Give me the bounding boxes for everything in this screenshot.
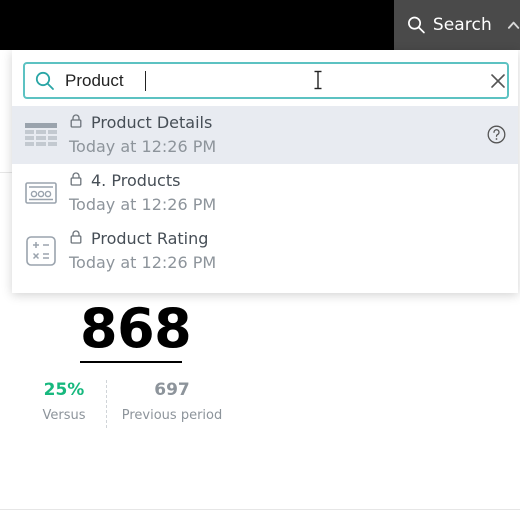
search-box[interactable] xyxy=(23,62,509,99)
result-time: Today at 12:26 PM xyxy=(69,137,217,156)
search-toggle-button[interactable]: Search xyxy=(394,0,520,50)
table-icon xyxy=(25,123,57,146)
result-title: Product Rating xyxy=(91,229,209,248)
question-circle-icon[interactable] xyxy=(487,125,506,144)
result-time: Today at 12:26 PM xyxy=(69,195,217,214)
result-title: Product Details xyxy=(91,113,213,132)
search-dropdown: Product Details Today at 12:26 PM xyxy=(12,50,518,293)
kpi-previous-value: 697 xyxy=(154,380,190,400)
top-bar: Search xyxy=(0,0,520,50)
kpi-divider xyxy=(106,380,107,428)
search-toggle-label: Search xyxy=(432,15,492,35)
kpi-display-icon xyxy=(25,182,57,204)
lock-icon xyxy=(70,114,82,128)
lock-icon xyxy=(70,230,82,244)
result-time: Today at 12:26 PM xyxy=(69,253,217,272)
search-icon xyxy=(408,16,425,34)
text-caret xyxy=(145,71,146,91)
kpi-value: 868 xyxy=(80,297,192,360)
kpi-change-percent: 25% xyxy=(43,380,85,400)
search-icon xyxy=(35,71,54,90)
kpi-previous-label: Previous period xyxy=(121,408,223,423)
kpi-underline xyxy=(80,361,182,363)
search-result-item[interactable]: Product Details Today at 12:26 PM xyxy=(12,106,518,164)
bottom-divider xyxy=(0,509,520,510)
search-results-list: Product Details Today at 12:26 PM 4. Pro… xyxy=(12,106,518,280)
search-result-item[interactable]: Product Rating Today at 12:26 PM xyxy=(12,222,518,280)
kpi-change-label: Versus xyxy=(42,408,86,423)
result-title: 4. Products xyxy=(91,171,181,190)
lock-icon xyxy=(70,172,82,186)
search-input[interactable] xyxy=(65,68,445,93)
chevron-up-icon xyxy=(507,21,520,29)
close-icon[interactable] xyxy=(489,72,507,90)
calculator-icon xyxy=(26,236,56,266)
text-cursor-icon xyxy=(314,70,322,90)
search-result-item[interactable]: 4. Products Today at 12:26 PM xyxy=(12,164,518,222)
